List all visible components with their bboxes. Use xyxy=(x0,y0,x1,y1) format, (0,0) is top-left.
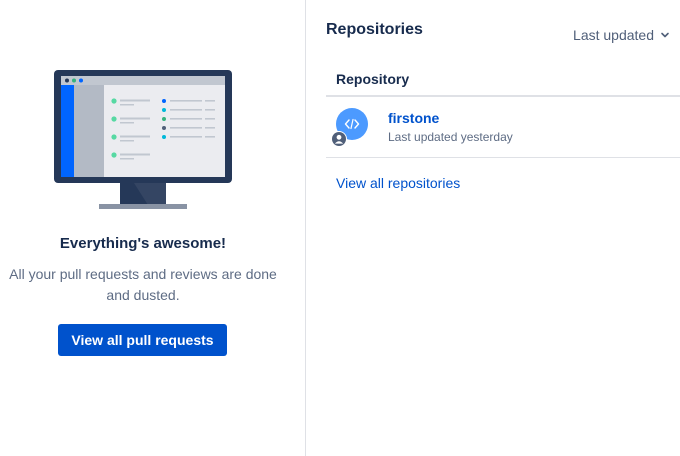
repositories-panel: Repositories Last updated Repository fir… xyxy=(306,0,680,456)
repository-column-header: Repository xyxy=(326,61,680,97)
empty-state-panel: Everything's awesome! All your pull requ… xyxy=(0,0,305,456)
empty-state-description: All your pull requests and reviews are d… xyxy=(9,266,277,303)
repositories-title: Repositories xyxy=(326,21,423,38)
code-icon xyxy=(344,118,360,130)
owner-avatar xyxy=(331,131,347,147)
repository-updated-text: Last updated yesterday xyxy=(388,130,513,144)
view-all-pull-requests-button[interactable]: View all pull requests xyxy=(58,324,227,356)
empty-state-title: Everything's awesome! xyxy=(59,235,227,252)
sort-dropdown-label: Last updated xyxy=(573,27,654,43)
repository-column-label: Repository xyxy=(336,71,410,87)
repository-row[interactable]: firstone Last updated yesterday xyxy=(326,98,680,158)
monitor-illustration xyxy=(54,70,232,209)
user-icon xyxy=(332,132,346,146)
repository-name-link[interactable]: firstone xyxy=(388,110,439,126)
view-all-repositories-link[interactable]: View all repositories xyxy=(336,175,460,191)
sort-dropdown[interactable]: Last updated xyxy=(573,27,670,43)
chevron-down-icon xyxy=(661,32,669,38)
